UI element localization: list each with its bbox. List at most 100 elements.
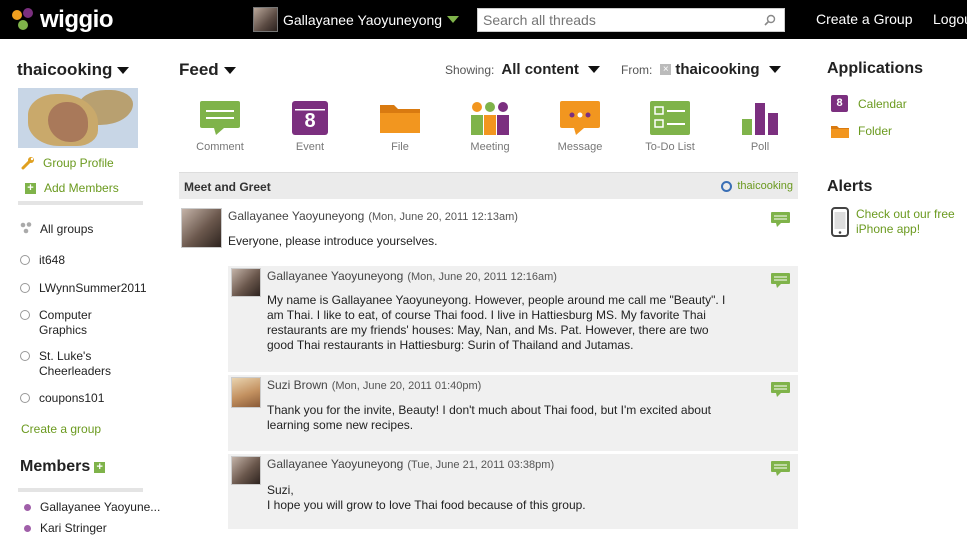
showing-label: Showing: [445,62,495,77]
group-label: St. Luke's Cheerleaders [39,349,112,378]
create-group-link[interactable]: Create a Group [816,11,913,27]
feed-selector[interactable]: Feed [179,60,236,80]
author-name[interactable]: Gallayanee Yaoyuneyong [228,209,364,223]
sidebar-item-group[interactable]: LWynnSummer2011 [20,281,147,296]
post-date: (Mon, June 20, 2011 12:13am) [368,211,518,223]
chevron-down-icon [587,66,600,73]
tool-todo-list[interactable]: To-Do List [635,101,705,153]
post-meta: Suzi Brown (Mon, June 20, 2011 01:40pm) [267,378,481,392]
author-name[interactable]: Gallayanee Yaoyuneyong [267,457,403,471]
iphone-alert-link[interactable]: Check out our free iPhone app! [831,207,966,237]
author-avatar[interactable] [231,377,261,408]
add-members-link[interactable]: + Add Members [21,181,119,195]
circle-icon [20,393,30,403]
comment-icon[interactable] [771,273,790,288]
iphone-icon [831,207,849,237]
folder-icon [831,126,849,138]
user-name: Gallayanee Yaoyuneyong [283,11,443,28]
user-menu[interactable]: Gallayanee Yaoyuneyong [253,7,460,32]
comment-icon [200,101,240,135]
search-icon[interactable] [764,14,776,26]
right-sidebar: Applications 8 Calendar Folder Alerts Ch… [810,39,967,529]
chevron-down-icon [447,16,460,23]
group-profile-label: Group Profile [43,156,114,170]
sidebar-item-all-groups[interactable]: All groups [20,222,93,237]
plus-icon: + [25,182,36,194]
folder-icon [380,101,420,135]
folder-label: Folder [858,124,893,138]
feed-title: Feed [179,60,219,79]
comment-icon[interactable] [771,382,790,397]
comment-icon[interactable] [771,461,790,476]
post-text-line: Suzi, [267,483,294,497]
wiggio-logo[interactable]: wiggio [12,6,113,34]
sidebar-item-group[interactable]: St. Luke's Cheerleaders [20,349,130,379]
post-meta: Gallayanee Yaoyuneyong (Mon, June 20, 201… [228,209,518,223]
tool-label: Poll [750,141,770,153]
thread-group[interactable]: thaicooking [721,180,793,192]
calendar-app-link[interactable]: 8 Calendar [831,95,907,112]
logo-text: wiggio [40,6,113,33]
search-input[interactable] [478,9,758,31]
main-feed: Feed Showing: All content From: × thaico… [165,39,810,529]
author-avatar[interactable] [231,456,261,485]
calendar-day-number: 8 [304,110,316,132]
from-value: thaicooking [675,61,760,78]
author-name[interactable]: Gallayanee Yaoyuneyong [267,269,403,283]
chevron-down-icon [117,66,130,74]
alerts-title: Alerts [827,178,873,195]
calendar-label: Calendar [858,96,907,111]
showing-filter[interactable]: Showing: All content [445,61,600,78]
logo-dots-icon [12,8,38,32]
poll-bars-icon [740,101,780,135]
create-group-sidebar-link[interactable]: Create a group [21,422,101,436]
chevron-down-icon [768,66,781,73]
author-avatar[interactable] [231,268,261,297]
member-item[interactable]: Kari Stringer [24,521,107,535]
post-text: Suzi, I hope you will grow to love Thai … [267,483,737,513]
group-selector[interactable]: thaicooking [17,60,130,80]
tool-comment[interactable]: Comment [185,101,255,153]
thread-header[interactable]: Meet and Greet thaicooking [179,172,798,199]
tool-label: Meeting [470,141,510,153]
reply-post: Gallayanee Yaoyuneyong (Mon, June 20, 201… [228,266,798,372]
tool-meeting[interactable]: Meeting [455,101,525,153]
comment-icon[interactable] [771,212,790,227]
post-date: (Tue, June 21, 2011 03:38pm) [407,459,555,471]
add-members-label: Add Members [44,181,119,195]
reply-post: Gallayanee Yaoyuneyong (Tue, June 21, 201… [228,454,798,529]
tool-message[interactable]: Message [545,101,615,153]
clear-x-icon[interactable]: × [660,64,672,75]
post-text: My name is Gallayanee Yaoyuneyong. Howev… [267,293,726,352]
group-label: coupons101 [39,391,105,405]
circle-icon [20,351,30,361]
author-name[interactable]: Suzi Brown [267,378,328,392]
post-text-line: I hope you will grow to love Thai food b… [267,498,586,512]
group-label: LWynnSummer2011 [39,281,147,295]
group-name: thaicooking [17,60,113,79]
member-item[interactable]: Gallayanee Yaoyune... [24,500,160,514]
groups-dots-icon [20,222,32,234]
thread-title: Meet and Greet [184,180,271,194]
logout-link[interactable]: Logout [933,11,967,27]
group-profile-link[interactable]: Group Profile [21,156,114,170]
tool-poll[interactable]: Poll [725,101,795,153]
add-member-plus-icon[interactable]: + [94,461,106,473]
tool-label: Comment [196,141,244,153]
sidebar-item-group[interactable]: it648 [20,253,65,268]
author-avatar[interactable] [181,208,222,248]
from-label: From: [621,62,653,77]
tool-file[interactable]: File [365,101,435,153]
folder-app-link[interactable]: Folder [831,124,892,138]
sidebar-item-group[interactable]: Computer Graphics [20,308,130,338]
calendar-day-number: 8 [836,97,843,109]
circle-icon [20,310,30,320]
post-meta: Gallayanee Yaoyuneyong (Mon, June 20, 201… [267,269,557,283]
wrench-icon [21,157,34,170]
tool-event[interactable]: 8 Event [275,101,345,153]
sidebar-item-group[interactable]: coupons101 [20,391,104,406]
tool-label: To-Do List [645,141,695,153]
members-title: Members [20,458,91,475]
from-filter[interactable]: From: × thaicooking [621,61,781,78]
showing-value: All content [501,61,579,78]
